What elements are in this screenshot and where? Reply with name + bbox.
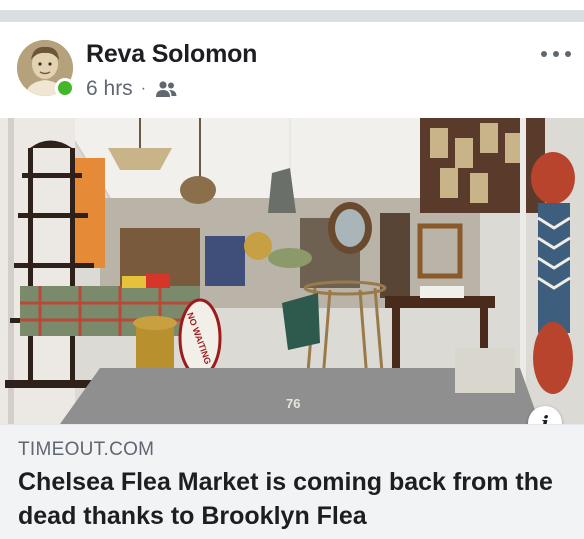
feed-divider: [0, 10, 584, 22]
post-header: Reva Solomon 6 hrs ·: [0, 22, 584, 118]
link-domain: TIMEOUT.COM: [18, 439, 155, 460]
post-meta: 6 hrs ·: [86, 77, 178, 101]
feed-top-gap: [0, 0, 584, 10]
online-status-dot: [55, 78, 75, 98]
author-name[interactable]: Reva Solomon: [86, 40, 257, 69]
link-title[interactable]: Chelsea Flea Market is coming back from …: [18, 465, 558, 533]
more-dot: [553, 51, 559, 57]
more-dot: [541, 51, 547, 57]
floor-number: 76: [286, 396, 300, 411]
meta-separator: ·: [140, 80, 147, 97]
link-preview-caption[interactable]: TIMEOUT.COM Chelsea Flea Market is comin…: [0, 424, 584, 539]
friends-icon[interactable]: [154, 80, 178, 98]
link-preview-photo[interactable]: NO WAITING 76: [0, 118, 584, 424]
more-dot: [565, 51, 571, 57]
more-options-icon[interactable]: [541, 48, 571, 60]
post-timestamp[interactable]: 6 hrs: [86, 77, 133, 101]
